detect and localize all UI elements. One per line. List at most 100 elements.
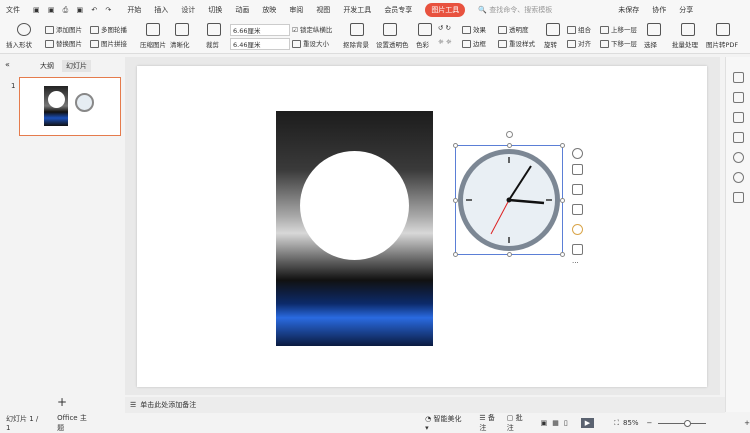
insert-shape-icon [17, 23, 31, 36]
resize-handle[interactable] [560, 252, 565, 257]
compress-button[interactable]: 压缩图片 [140, 39, 166, 49]
resize-handle[interactable] [453, 252, 458, 257]
crop-icon [207, 23, 221, 36]
batch-button[interactable]: 批量处理 [672, 39, 698, 49]
pin-icon[interactable] [733, 112, 744, 123]
brightness-icons[interactable]: ☼ ☼ [438, 38, 452, 46]
style-icon[interactable] [733, 72, 744, 83]
label: 下移一层 [611, 40, 637, 48]
label: 智能美化 [433, 415, 462, 423]
transparency-icon [498, 26, 507, 34]
view-mode-buttons[interactable]: ▣▦▯ [541, 419, 573, 427]
collapse-panel-icon[interactable]: « [5, 60, 10, 69]
play-button[interactable]: ▶ [580, 418, 595, 428]
select-button[interactable]: 选择 [644, 39, 657, 49]
color-button[interactable]: 色彩 [416, 39, 429, 49]
rotate-icons[interactable]: ↺ ↻ [438, 24, 451, 32]
add-slide-button[interactable]: + [57, 395, 67, 409]
notes-icon: ☰ [130, 401, 137, 409]
zoom-icon[interactable] [572, 184, 583, 195]
notes-placeholder: 单击此处添加备注 [140, 401, 197, 409]
white-circle-shape[interactable] [300, 151, 409, 260]
share-icon[interactable] [733, 192, 744, 203]
zoom-in-button[interactable]: + [744, 419, 750, 427]
insert-shape-button[interactable]: 插入形状 [6, 39, 32, 49]
resize-handle[interactable] [507, 143, 512, 148]
rotate-button[interactable]: 旋转 [544, 39, 557, 49]
zoom-slider-thumb[interactable] [684, 419, 692, 427]
rotate-handle[interactable] [506, 131, 513, 138]
reset-size-button[interactable]: 重设大小 [292, 38, 329, 48]
zoom-level[interactable]: 85% [623, 419, 639, 427]
lock-ratio-checkbox[interactable]: ☑ 锁定纵横比 [292, 24, 332, 34]
file-menu[interactable]: 文件 [6, 5, 20, 15]
thumb-clock [75, 93, 94, 112]
align-button[interactable]: 对齐 [567, 38, 591, 48]
photo-image[interactable] [276, 111, 433, 346]
tab-slides[interactable]: 幻灯片 [62, 60, 91, 72]
label: 图片拼接 [101, 40, 127, 48]
tab-developer[interactable]: 开发工具 [343, 5, 371, 15]
share-button[interactable]: 分享 [679, 5, 693, 15]
replace-picture-button[interactable]: 替换图片 [45, 38, 82, 48]
comments-toggle[interactable]: ▢ 批注 [507, 413, 529, 433]
bring-forward-button[interactable]: 上移一层 [600, 24, 637, 34]
help-icon[interactable] [733, 152, 744, 163]
clock-image-selected[interactable] [453, 131, 565, 257]
tab-outline[interactable]: 大纲 [40, 61, 54, 71]
resize-handle[interactable] [453, 198, 458, 203]
notes-bar[interactable]: ☰ 单击此处添加备注 [125, 397, 725, 413]
clarity-button[interactable]: 清晰化 [170, 39, 190, 49]
resize-handle[interactable] [507, 252, 512, 257]
tab-slideshow[interactable]: 放映 [262, 5, 276, 15]
border-button[interactable]: 边框 [462, 38, 486, 48]
collapse-icon[interactable] [572, 148, 583, 159]
tab-member[interactable]: 会员专享 [384, 5, 412, 15]
unsaved-button[interactable]: 未保存 [618, 5, 639, 15]
to-pdf-button[interactable]: 图片转PDF [706, 39, 738, 49]
resize-handle[interactable] [560, 143, 565, 148]
transparency-button[interactable]: 透明度 [498, 24, 529, 34]
notes-toggle[interactable]: ☰ 备注 [479, 413, 500, 433]
shape-icon[interactable] [733, 132, 744, 143]
slide-thumbnail[interactable] [19, 77, 121, 136]
collab-button[interactable]: 协作 [652, 5, 666, 15]
tab-transition[interactable]: 切换 [208, 5, 222, 15]
copy-icon[interactable] [572, 244, 583, 255]
search-input[interactable]: 🔍 查找命令、搜索模板 [478, 5, 565, 15]
crop-icon[interactable] [572, 204, 583, 215]
fit-icon[interactable]: ⛶ [614, 419, 619, 428]
effects-button[interactable]: 效果 [462, 24, 486, 34]
more-icon[interactable]: ··· [572, 259, 579, 267]
group-button[interactable]: 组合 [567, 24, 591, 34]
layers-icon[interactable] [572, 164, 583, 175]
send-backward-button[interactable]: 下移一层 [600, 38, 637, 48]
settings-icon[interactable] [733, 92, 744, 103]
reset-style-button[interactable]: 重设样式 [498, 38, 535, 48]
location-icon[interactable] [733, 172, 744, 183]
multi-crop-button[interactable]: 多图轮播 [90, 24, 127, 34]
zoom-slider[interactable] [658, 419, 707, 427]
select-icon [647, 23, 661, 36]
quick-access-icons[interactable]: ▣ ▣ ⎙ ▣ ↶ ↷ [33, 6, 114, 15]
tab-insert[interactable]: 插入 [154, 5, 168, 15]
zoom-out-button[interactable]: − [647, 419, 653, 427]
tab-home[interactable]: 开始 [127, 5, 141, 15]
tab-view[interactable]: 视图 [316, 5, 330, 15]
tab-animation[interactable]: 动画 [235, 5, 249, 15]
tab-picture-tools[interactable]: 图片工具 [425, 3, 466, 17]
crop-button[interactable]: 裁剪 [206, 39, 219, 49]
height-input[interactable]: 6.46厘米 [230, 38, 290, 50]
beautify-button[interactable]: ◔ 智能美化 ▾ [425, 414, 465, 432]
picture-split-button[interactable]: 图片拼接 [90, 38, 127, 48]
resize-handle[interactable] [560, 198, 565, 203]
width-input[interactable]: 6.66厘米 [230, 24, 290, 36]
remove-bg-button[interactable]: 抠除背景 [343, 39, 369, 49]
tab-review[interactable]: 审阅 [289, 5, 303, 15]
location-icon[interactable] [572, 224, 583, 235]
tab-design[interactable]: 设计 [181, 5, 195, 15]
add-picture-button[interactable]: 添加图片 [45, 24, 82, 34]
resize-handle[interactable] [453, 143, 458, 148]
slide[interactable]: ··· [137, 66, 707, 387]
set-transparent-button[interactable]: 设置透明色 [376, 39, 409, 49]
